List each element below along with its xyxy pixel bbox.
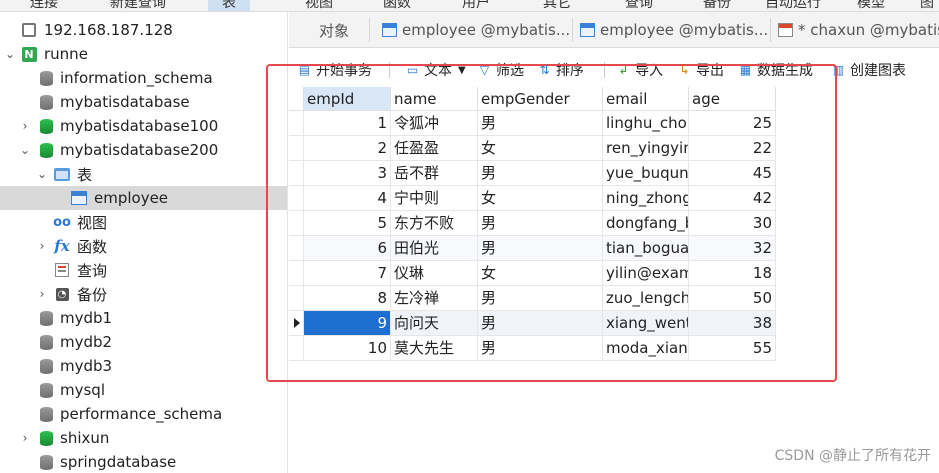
tree-item-label: 192.168.187.128 [44,21,173,39]
tree-item-label: mydb2 [60,333,113,351]
tree-item-queries[interactable]: 查询 [0,258,287,282]
tree-item-label: mysql [60,381,105,399]
database-open-icon [38,118,54,134]
connection-icon: N [21,46,37,62]
tree-item-database[interactable]: › shixun [0,426,287,450]
tab-bar: 对象 employee @mybatis... employee @mybati… [289,12,939,48]
chevron-right-icon[interactable]: › [19,120,31,132]
database-icon [38,454,54,470]
tab-objects[interactable]: 对象 [319,12,349,48]
tree-item-database[interactable]: mysql [0,378,287,402]
tree-item-label: mybatisdatabase200 [60,141,219,159]
tree-item-label: information_schema [60,69,213,87]
tree-item-server[interactable]: 192.168.187.128 [0,18,287,42]
tab-label: employee @mybatis... [402,21,571,39]
chevron-right-icon[interactable]: › [19,432,31,444]
tab-chaxun[interactable]: * chaxun @mybatis [778,12,939,48]
tree-item-label: mydb1 [60,309,113,327]
toolbar-automation[interactable]: 自动运行 [765,0,821,11]
tree-item-label: employee [94,189,169,207]
tree-item-label: 表 [77,165,93,184]
tree-item-label: performance_schema [60,405,223,423]
tree-item-tables[interactable]: ⌄ 表 [0,162,287,186]
table-icon [382,23,397,37]
function-icon: fx [54,237,70,255]
tab-employee-1[interactable]: employee @mybatis... [382,12,570,48]
tree-item-database[interactable]: springdatabase [0,450,287,473]
highlight-box [266,64,837,382]
toolbar-view[interactable]: 视图 [305,0,333,11]
tree-item-database[interactable]: ⌄ mybatisdatabase200 [0,138,287,162]
tab-label: * chaxun @mybatis [798,21,939,39]
tree-item-label: mydb3 [60,357,113,375]
tab-label: employee @mybatis... [600,21,769,39]
database-icon [38,70,54,86]
query-icon [54,262,70,278]
database-icon [38,334,54,350]
toolbar-backup[interactable]: 备份 [703,0,731,11]
database-icon [38,382,54,398]
toolbar-chart[interactable]: 图 [920,0,934,11]
tree-item-database[interactable]: mydb2 [0,330,287,354]
toolbar-function[interactable]: 函数 [383,0,411,11]
tree-item-connection[interactable]: ⌄ N runne [0,42,287,66]
watermark: CSDN @静止了所有花开 [774,448,931,464]
database-icon [38,310,54,326]
tab-label: 对象 [319,21,350,40]
query-icon [778,23,793,37]
tree-item-label: springdatabase [60,453,177,471]
tree-item-label: runne [44,45,88,63]
tree-item-label: mybatisdatabase100 [60,117,219,135]
tree-item-table-employee[interactable]: employee [0,186,287,210]
tree-item-label: 函数 [77,237,108,256]
tab-employee-2[interactable]: employee @mybatis... [580,12,768,48]
toolbar-new-query[interactable]: 新建查询 [110,0,166,11]
backup-icon: ◔ [54,286,70,302]
tree-item-functions[interactable]: › fx 函数 [0,234,287,258]
database-icon [38,358,54,374]
toolbar-user[interactable]: 用户 [462,0,490,11]
tree-item-database[interactable]: performance_schema [0,402,287,426]
tree-item-database[interactable]: mybatisdatabase [0,90,287,114]
tree-item-label: mybatisdatabase [60,93,190,111]
toolbar-table[interactable]: 表 [208,0,250,11]
server-icon [21,22,37,38]
main-toolbar: 连接 新建查询 表 视图 函数 用户 其它 查询 备份 自动运行 模型 图 [0,0,939,12]
tree-item-label: shixun [60,429,110,447]
tree-item-label: 视图 [77,213,108,232]
create-chart-button[interactable]: ▥ 创建图表 [831,60,906,80]
chevron-down-icon[interactable]: ⌄ [36,168,48,180]
tree-item-database[interactable]: mydb3 [0,354,287,378]
tree-item-label: 查询 [77,261,108,280]
table-icon [71,190,87,206]
tab-divider [572,18,573,42]
toolbar-other[interactable]: 其它 [543,0,571,11]
table-icon [580,23,595,37]
database-open-icon [38,142,54,158]
chevron-right-icon[interactable]: › [36,288,48,300]
database-icon [38,94,54,110]
database-icon [38,406,54,422]
toolbar-query[interactable]: 查询 [625,0,653,11]
toolbar-model[interactable]: 模型 [857,0,885,11]
database-open-icon [38,430,54,446]
toolbar-connect[interactable]: 连接 [30,0,58,11]
tree-item-database[interactable]: mydb1 [0,306,287,330]
tab-divider [770,18,771,42]
chevron-right-icon[interactable]: › [36,240,48,252]
button-label: 创建图表 [850,63,906,79]
tree-item-database[interactable]: › mybatisdatabase100 [0,114,287,138]
chevron-down-icon[interactable]: ⌄ [19,144,31,156]
navigator-sidebar: 192.168.187.128 ⌄ N runne information_sc… [0,12,288,473]
views-icon: oo [53,214,71,230]
tree-item-backups[interactable]: › ◔ 备份 [0,282,287,306]
tab-divider [369,18,370,42]
chevron-down-icon[interactable]: ⌄ [4,48,16,60]
tree-item-database[interactable]: information_schema [0,66,287,90]
tree-item-views[interactable]: oo 视图 [0,210,287,234]
tree-item-label: 备份 [77,285,108,304]
tables-folder-icon [54,166,70,182]
